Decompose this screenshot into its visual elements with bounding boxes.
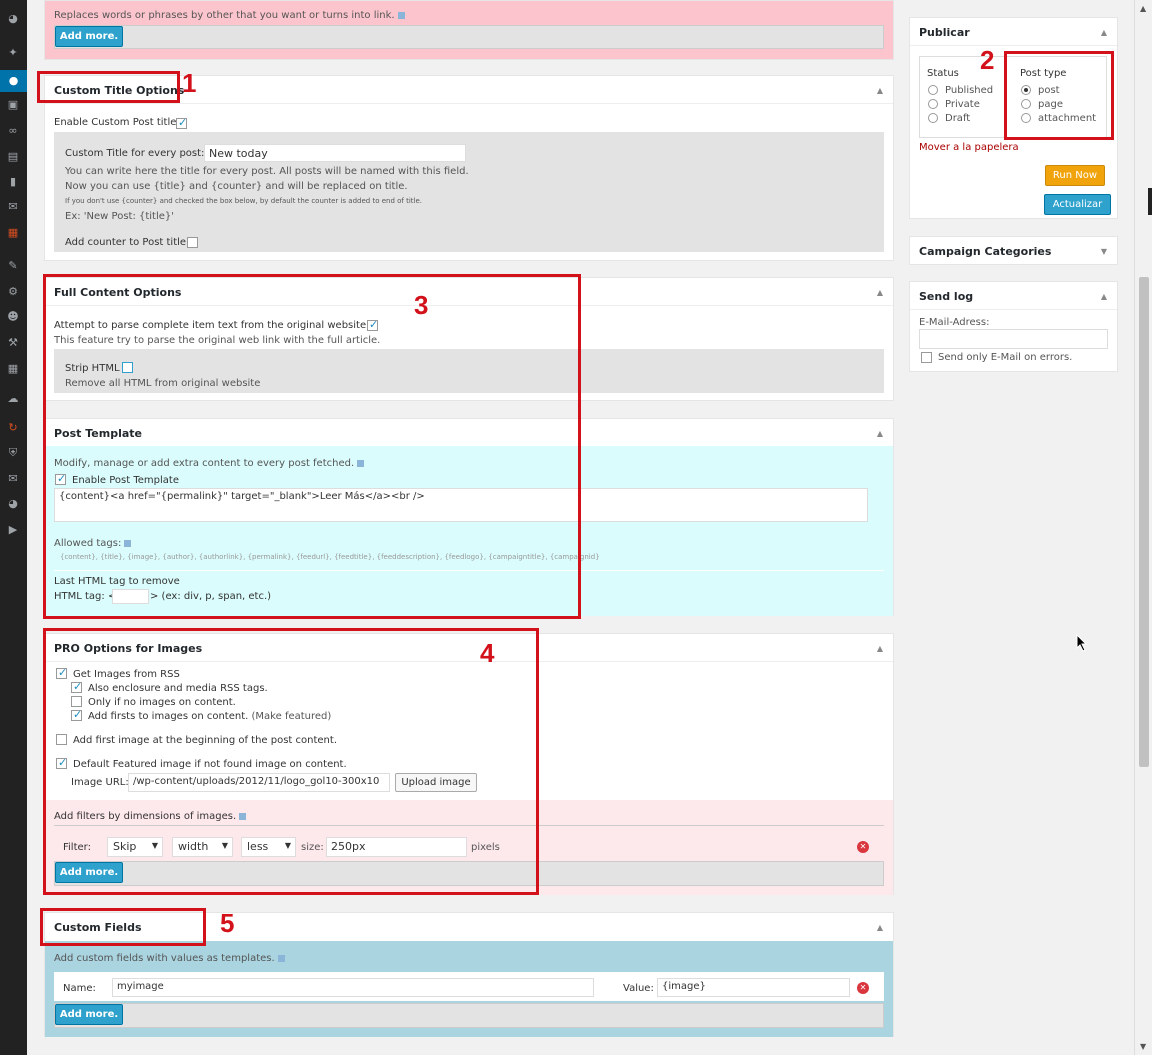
collapse-icon[interactable]: ▲ [877, 288, 883, 297]
replace-note: Replaces words or phrases by other that … [54, 10, 405, 21]
appearance-icon[interactable]: ✎ [6, 259, 20, 273]
admin-sidebar: ◕ ✦ ● ▣ ∞ ▤ ▮ ✉ ▦ ✎ ⚙ ☻ ⚒ ▦ ☁ ↻ ⛨ ✉ ◕ ▶ [0, 0, 27, 1055]
scrollbar[interactable]: ▲ ▼ [1134, 0, 1152, 1055]
cloud-icon[interactable]: ☁ [6, 392, 20, 406]
name-label: Name: [63, 983, 96, 994]
collapse-icon[interactable]: ▲ [877, 644, 883, 653]
email-input[interactable] [919, 329, 1108, 349]
annotation-box-3 [43, 274, 581, 619]
add-more-button[interactable]: Add more. [55, 1004, 123, 1025]
campaign-categories-heading[interactable]: Campaign Categories [919, 245, 1051, 258]
status-label: Status [927, 68, 959, 79]
value-label: Value: [623, 983, 654, 994]
trash-link[interactable]: Mover a la papelera [919, 142, 1019, 153]
counter-checkbox[interactable] [187, 237, 198, 248]
add-more-bar [54, 1003, 884, 1028]
scrollbar-thumb[interactable] [1139, 277, 1149, 767]
annotation-box-2 [1004, 51, 1114, 140]
campaign-categories-box: Campaign Categories ▼ [909, 236, 1118, 265]
status-private-radio[interactable] [928, 99, 938, 109]
collapse-icon[interactable]: ▲ [1101, 292, 1107, 301]
tools-icon[interactable]: ⚒ [6, 336, 20, 350]
info-icon[interactable] [277, 954, 285, 962]
title-field-label: Custom Title for every post: [65, 148, 205, 159]
pin-icon[interactable]: ✦ [6, 46, 20, 60]
word-replace-section: Replaces words or phrases by other that … [44, 0, 894, 60]
collapse-icon[interactable]: ▲ [877, 86, 883, 95]
add-more-bar [54, 25, 884, 49]
custom-fields-content: Add custom fields with values as templat… [45, 941, 893, 1037]
mouse-cursor-icon [1076, 634, 1088, 652]
only-errors-checkbox[interactable] [921, 352, 932, 363]
status-published-radio[interactable] [928, 85, 938, 95]
title-help-1: You can write here the title for every p… [65, 166, 469, 177]
edge-marker [1148, 188, 1152, 215]
annotation-number-1: 1 [182, 68, 197, 98]
title-help-3: If you don't use {counter} and checked t… [65, 197, 422, 205]
link-icon[interactable]: ∞ [6, 124, 20, 138]
email-label: E-Mail-Adress: [919, 317, 990, 328]
title-help-2: Now you can use {title} and {counter} an… [65, 181, 408, 192]
collapse-icon[interactable]: ▲ [877, 429, 883, 438]
envelope-icon[interactable]: ✉ [6, 472, 20, 486]
delete-filter-icon[interactable]: ✕ [857, 841, 869, 853]
status-published-label: Published [945, 85, 994, 96]
annotation-number-3: 3 [414, 290, 429, 320]
annotation-number-5: 5 [220, 908, 235, 938]
pages-icon[interactable]: ▤ [6, 150, 20, 164]
custom-title-input[interactable]: New today [204, 144, 466, 162]
custom-fields-intro: Add custom fields with values as templat… [54, 953, 285, 964]
field-row: Name: myimage Value: {image} ✕ [54, 972, 884, 1001]
dashboard-icon[interactable]: ◕ [6, 12, 20, 26]
collapse-icon[interactable]: ▲ [1101, 28, 1107, 37]
run-now-button[interactable]: Run Now [1045, 165, 1105, 186]
expand-icon[interactable]: ▼ [1101, 247, 1107, 256]
publish-heading[interactable]: Publicar [919, 26, 970, 39]
annotation-number-4: 4 [480, 638, 495, 668]
plugin-red-icon[interactable]: ▦ [6, 226, 20, 240]
title-settings-box: Custom Title for every post: New today Y… [54, 132, 884, 252]
delete-field-icon[interactable]: ✕ [857, 982, 869, 994]
media-icon[interactable]: ▣ [6, 98, 20, 112]
annotation-box-4 [43, 628, 539, 895]
annotation-number-2: 2 [980, 45, 995, 75]
name-input[interactable]: myimage [112, 978, 594, 997]
red-c-icon[interactable]: ↻ [6, 421, 20, 435]
info-icon[interactable] [397, 11, 405, 19]
value-input[interactable]: {image} [657, 978, 850, 997]
status-draft-label: Draft [945, 113, 971, 124]
comments-icon[interactable]: ▮ [6, 175, 20, 189]
mail-icon[interactable]: ✉ [6, 200, 20, 214]
only-errors-label: Send only E-Mail on errors. [938, 352, 1073, 363]
shield-icon[interactable]: ⛨ [6, 446, 20, 460]
send-log-heading[interactable]: Send log [919, 290, 973, 303]
annotation-box-5 [40, 908, 206, 946]
users-icon[interactable]: ☻ [6, 310, 20, 324]
update-button[interactable]: Actualizar [1044, 194, 1111, 215]
counter-label: Add counter to Post title [65, 237, 187, 248]
add-more-button[interactable]: Add more. [55, 26, 123, 47]
gauge-icon[interactable]: ◕ [6, 497, 20, 511]
collapse-icon[interactable]: ▲ [877, 923, 883, 932]
annotation-box-1 [37, 71, 180, 103]
scroll-down-icon[interactable]: ▼ [1140, 1042, 1146, 1051]
enable-title-checkbox[interactable] [176, 116, 187, 129]
play-icon[interactable]: ▶ [6, 523, 20, 537]
settings-icon[interactable]: ▦ [6, 362, 20, 376]
feed-icon[interactable]: ● [0, 70, 27, 92]
send-log-box: Send log ▲ E-Mail-Adress: Send only E-Ma… [909, 281, 1118, 372]
scroll-up-icon[interactable]: ▲ [1140, 4, 1146, 13]
plugins-icon[interactable]: ⚙ [6, 285, 20, 299]
title-help-4: Ex: 'New Post: {title}' [65, 211, 175, 222]
status-private-label: Private [945, 99, 980, 110]
status-draft-radio[interactable] [928, 113, 938, 123]
enable-title-label: Enable Custom Post title [54, 117, 177, 128]
